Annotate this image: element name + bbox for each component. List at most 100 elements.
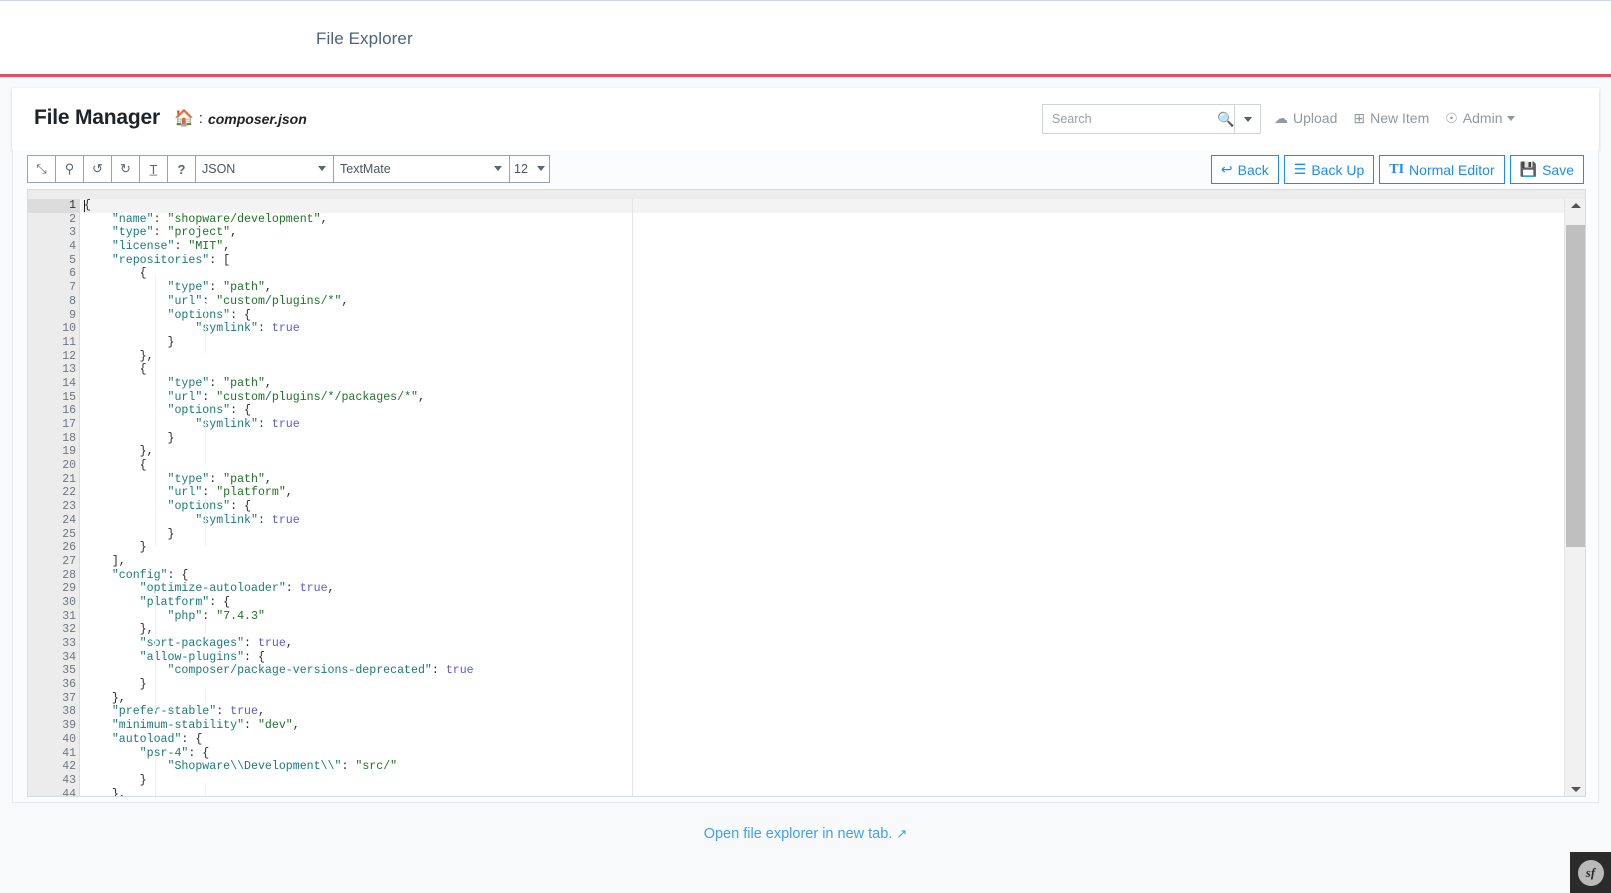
gutter-line-number[interactable]: 9 xyxy=(28,309,89,323)
scrollbar-up-button[interactable] xyxy=(1565,199,1585,212)
gutter-line-number[interactable]: 6 xyxy=(28,267,89,281)
gutter-line-number[interactable]: 25 xyxy=(28,528,80,542)
code-token-pun: : xyxy=(209,281,224,295)
gutter-line-number[interactable]: 10 xyxy=(28,322,80,336)
code-token-pun: } xyxy=(84,431,175,445)
code-token-key: "type" xyxy=(167,281,210,295)
gutter-line-number[interactable]: 12 xyxy=(28,350,80,364)
file-manager-title: File Manager xyxy=(34,106,160,129)
gutter-line-number[interactable]: 36 xyxy=(28,678,80,692)
code-line: "name": "shopware/development", xyxy=(81,213,1564,227)
search-box[interactable]: 🔍 xyxy=(1042,104,1235,134)
editor-top-padding xyxy=(28,190,1585,199)
back-up-button[interactable]: ☰ Back Up xyxy=(1283,155,1375,184)
gutter-line-number[interactable]: 30 xyxy=(28,596,89,610)
redo-button[interactable]: ↻ xyxy=(111,155,139,183)
new-item-button[interactable]: ⊞ New Item xyxy=(1353,110,1429,126)
fullscreen-button[interactable]: ⤡ xyxy=(27,155,55,183)
gutter-line-number[interactable]: 43 xyxy=(28,774,80,788)
code-content-area[interactable]: { "name": "shopware/development", "type"… xyxy=(81,199,1564,796)
gutter-line-number[interactable]: 16 xyxy=(28,404,89,418)
gutter-line-number[interactable]: 1 xyxy=(28,199,89,213)
gutter-line-number[interactable]: 19 xyxy=(28,445,80,459)
gutter-line-number[interactable]: 13 xyxy=(28,363,89,377)
scrollbar-down-button[interactable] xyxy=(1565,783,1585,796)
floppy-disk-icon: 💾 xyxy=(1519,161,1538,177)
code-line: { xyxy=(81,199,1564,213)
upload-button[interactable]: ☁ Upload xyxy=(1274,110,1337,126)
code-token-pun: : { xyxy=(167,568,189,582)
gutter-line-number[interactable]: 42 xyxy=(28,760,80,774)
open-in-new-tab-link[interactable]: Open file explorer in new tab. ↗ xyxy=(0,826,1611,842)
code-token-str: "src/" xyxy=(355,760,398,774)
gutter-line-number[interactable]: 39 xyxy=(28,719,80,733)
gutter-line-number[interactable]: 18 xyxy=(28,432,80,446)
header-actions: ☁ Upload ⊞ New Item ☉ Admin xyxy=(1274,110,1516,126)
gutter-line-number[interactable]: 33 xyxy=(28,637,80,651)
editor-gutter[interactable]: 1 2 3 4 5 6 7 8 9 10 11 12 13 14 15 16 17 18 19 20 21 22 23 24 2… xyxy=(28,199,89,796)
gutter-line-number[interactable]: 44 xyxy=(28,788,80,796)
gutter-line-number[interactable]: 35 xyxy=(28,664,80,678)
gutter-line-number[interactable]: 21 xyxy=(28,473,80,487)
gutter-line-number[interactable]: 7 xyxy=(28,281,80,295)
gutter-line-number[interactable]: 23 xyxy=(28,500,89,514)
help-button[interactable]: ? xyxy=(167,155,195,183)
gutter-line-number[interactable]: 17 xyxy=(28,418,80,432)
gutter-line-number[interactable]: 29 xyxy=(28,582,80,596)
search-input[interactable] xyxy=(1052,112,1213,126)
gutter-line-number[interactable]: 14 xyxy=(28,377,80,391)
gutter-line-number[interactable]: 3 xyxy=(28,226,80,240)
gutter-line-number[interactable]: 26 xyxy=(28,541,80,555)
code-token-str: "7.4.3" xyxy=(216,609,265,623)
code-line: "php": "7.4.3" xyxy=(81,610,1564,624)
gutter-line-number[interactable]: 27 xyxy=(28,555,80,569)
symfony-debug-toolbar[interactable]: sf xyxy=(1570,852,1611,893)
save-button[interactable]: 💾 Save xyxy=(1509,155,1584,184)
gutter-line-number[interactable]: 24 xyxy=(28,514,80,528)
gutter-line-number[interactable]: 2 xyxy=(28,213,80,227)
gutter-line-number[interactable]: 20 xyxy=(28,459,89,473)
code-token-pun: , xyxy=(292,719,300,733)
code-token-pun: { xyxy=(84,199,91,212)
code-token-pun: , xyxy=(264,376,272,390)
gutter-line-number[interactable]: 37 xyxy=(28,692,80,706)
code-line: "optimize-autoloader": true, xyxy=(81,582,1564,596)
gutter-line-number[interactable]: 11 xyxy=(28,336,80,350)
gutter-line-number[interactable]: 15 xyxy=(28,391,80,405)
normal-editor-button[interactable]: TI Normal Editor xyxy=(1379,155,1505,184)
code-token-pun: : xyxy=(257,513,272,527)
gutter-line-number[interactable]: 41 xyxy=(28,747,89,761)
gutter-line-number[interactable]: 32 xyxy=(28,623,80,637)
home-icon[interactable]: 🏠 xyxy=(174,111,194,127)
undo-button[interactable]: ↺ xyxy=(83,155,111,183)
gutter-line-number[interactable]: 40 xyxy=(28,733,89,747)
admin-menu-button[interactable]: ☉ Admin xyxy=(1445,110,1516,126)
theme-select[interactable]: TextMate xyxy=(333,155,509,183)
code-token-pun: : xyxy=(431,664,446,678)
gutter-line-number[interactable]: 38 xyxy=(28,705,80,719)
editor-panel: ⤡ ⚲ ↺ ↻ T̲ ? JSON TextMate 12 ↩ Back ☰ B… xyxy=(12,150,1599,803)
gutter-line-number[interactable]: 8 xyxy=(28,295,80,309)
vertical-scrollbar[interactable] xyxy=(1564,199,1585,796)
code-line: { xyxy=(81,363,1564,377)
code-editor[interactable]: 1 2 3 4 5 6 7 8 9 10 11 12 13 14 15 16 17 18 19 20 21 22 23 24 2… xyxy=(27,189,1586,797)
code-token-pun xyxy=(84,747,140,760)
code-token-pun: } xyxy=(84,773,147,787)
code-token-pun: : { xyxy=(209,595,231,609)
wrap-text-button[interactable]: T̲ xyxy=(139,155,167,183)
editor-search-button[interactable]: ⚲ xyxy=(55,155,83,183)
language-mode-select[interactable]: JSON xyxy=(195,155,333,183)
font-size-select[interactable]: 12 xyxy=(509,155,550,183)
gutter-line-number[interactable]: 34 xyxy=(28,651,89,665)
code-token-bool: true xyxy=(299,582,328,596)
gutter-line-number[interactable]: 4 xyxy=(28,240,80,254)
search-icon[interactable]: 🔍 xyxy=(1217,112,1234,126)
gutter-line-number[interactable]: 22 xyxy=(28,486,80,500)
gutter-line-number[interactable]: 31 xyxy=(28,610,80,624)
scrollbar-thumb[interactable] xyxy=(1566,225,1585,547)
search-options-dropdown[interactable] xyxy=(1235,104,1261,134)
back-button[interactable]: ↩ Back xyxy=(1210,155,1279,184)
gutter-line-number[interactable]: 5 xyxy=(28,254,89,268)
code-token-key: "platform" xyxy=(139,595,210,609)
gutter-line-number[interactable]: 28 xyxy=(28,569,89,583)
